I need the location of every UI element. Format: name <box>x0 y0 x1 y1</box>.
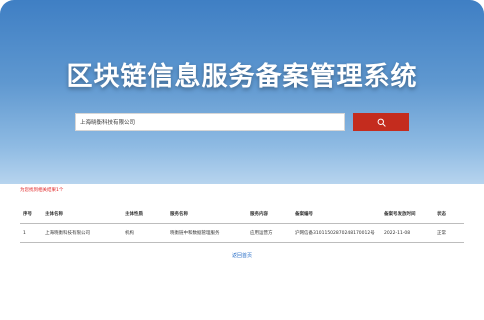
search-bar <box>75 113 409 131</box>
table-header-row: 序号 主体名称 主体性质 服务名称 服务内容 备案编号 备案号发放时间 状态 <box>20 205 464 224</box>
col-header-subject-name: 主体名称 <box>42 205 122 224</box>
cell-issue-date: 2022-11-08 <box>381 223 434 243</box>
cell-status: 正常 <box>434 223 464 243</box>
cell-service-name: 晓衡链中和数据管理服务 <box>167 223 247 243</box>
page-title: 区块链信息服务备案管理系统 <box>66 62 418 92</box>
col-header-subject-type: 主体性质 <box>122 205 167 224</box>
col-header-record-number: 备案编号 <box>292 205 381 224</box>
result-count: 为您找到相关结果1个 <box>20 188 64 193</box>
cell-record-number: 沪网信备31011502870248170012号 <box>292 223 381 243</box>
table-row: 1 上海晓衡科技有限公司 机构 晓衡链中和数据管理服务 应用运营方 沪网信备31… <box>20 223 464 243</box>
col-header-service-name: 服务名称 <box>167 205 247 224</box>
cell-service-content: 应用运营方 <box>247 223 292 243</box>
col-header-service-content: 服务内容 <box>247 205 292 224</box>
col-header-status: 状态 <box>434 205 464 224</box>
header-banner: 区块链信息服务备案管理系统 <box>0 0 484 184</box>
cell-index: 1 <box>20 223 42 243</box>
search-input[interactable] <box>75 113 345 131</box>
col-header-issue-date: 备案号发放时间 <box>381 205 434 224</box>
cell-subject-name: 上海晓衡科技有限公司 <box>42 223 122 243</box>
search-icon <box>377 115 386 130</box>
back-home-link[interactable]: 返回首页 <box>0 252 484 259</box>
result-table: 序号 主体名称 主体性质 服务名称 服务内容 备案编号 备案号发放时间 状态 1… <box>20 205 464 243</box>
col-header-index: 序号 <box>20 205 42 224</box>
cell-subject-type: 机构 <box>122 223 167 243</box>
search-button[interactable] <box>353 113 409 131</box>
